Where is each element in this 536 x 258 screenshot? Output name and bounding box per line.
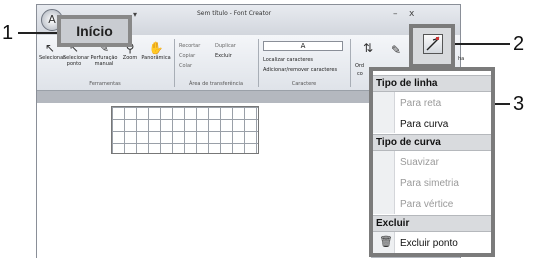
minimize-button[interactable]: – <box>393 9 398 19</box>
menu-icon-gutter <box>373 92 395 133</box>
pan-tool-label: Panorâmica <box>141 55 171 61</box>
menu-item-delete-point[interactable]: Excluir ponto <box>400 238 458 250</box>
menu-item-symmetry[interactable]: Para simetria <box>400 178 459 190</box>
partial-ribbon-label: ha <box>458 56 465 62</box>
order-icon[interactable]: ⇅ <box>363 41 373 55</box>
line-type-header: Tipo de linha <box>373 75 491 92</box>
pen-tool-icon[interactable]: ✎ <box>391 43 401 57</box>
callout-1-leader <box>18 32 57 34</box>
zoom-tool-label: Zoom <box>122 55 138 61</box>
ribbon-separator <box>350 39 351 87</box>
callout-3-leader <box>495 103 510 105</box>
find-characters-button[interactable]: Localizar caracteres <box>263 57 313 63</box>
order-label: Ord <box>355 63 365 69</box>
callout-2: 2 <box>513 33 525 55</box>
callout-1: 1 <box>2 22 14 44</box>
menu-item-to-curve[interactable]: Para curva <box>400 119 448 131</box>
character-grid[interactable] <box>111 106 259 154</box>
tab-home[interactable]: Início <box>57 15 132 47</box>
quick-access-dropdown-icon[interactable]: ▾ <box>133 10 137 19</box>
pan-tool-button[interactable]: ✋ Panorâmica <box>141 41 171 61</box>
callout-2-leader <box>455 43 510 45</box>
callout-3: 3 <box>513 93 525 115</box>
curve-type-header: Tipo de curva <box>373 134 491 151</box>
menu-item-vertex[interactable]: Para vértice <box>400 199 453 211</box>
pan-hand-icon: ✋ <box>148 41 164 55</box>
add-remove-characters-button[interactable]: Adicionar/remover caracteres <box>263 67 337 73</box>
edit-point-menu: Tipo de linha Para reta Para curva Tipo … <box>369 67 495 257</box>
curve-edit-button[interactable] <box>409 24 455 68</box>
select-point-tool-label: Selecionar ponto <box>63 55 90 67</box>
character-group-label: Caractere <box>291 81 317 87</box>
window-title: Sem título - Font Creator <box>197 10 272 17</box>
tools-group-label: Ferramentas <box>89 81 121 87</box>
menu-item-to-straight[interactable]: Para reta <box>400 98 441 110</box>
copy-button[interactable]: Copiar <box>179 53 195 59</box>
character-selector[interactable]: A <box>263 41 343 51</box>
ribbon-separator <box>258 39 259 87</box>
character-value: A <box>300 42 306 50</box>
trash-icon: 🗑 <box>379 235 393 248</box>
curve-tool-icon <box>423 34 443 54</box>
clipboard-group-label: Área de transferência <box>188 81 244 87</box>
delete-button[interactable]: Excluir <box>215 53 232 59</box>
cut-button[interactable]: Recortar <box>179 43 200 49</box>
delete-header: Excluir <box>373 215 491 232</box>
menu-item-smooth[interactable]: Suavizar <box>400 157 439 169</box>
select-tool-label: Selecionar <box>39 55 66 61</box>
manual-punch-tool-label: Perfuração manual <box>90 55 118 67</box>
ribbon-separator <box>174 39 175 87</box>
order-label-line2: co <box>357 71 363 77</box>
duplicate-button[interactable]: Duplicar <box>215 43 236 49</box>
paste-button[interactable]: Colar <box>179 63 192 69</box>
menu-icon-gutter <box>373 151 395 214</box>
close-button[interactable]: x <box>409 9 414 19</box>
